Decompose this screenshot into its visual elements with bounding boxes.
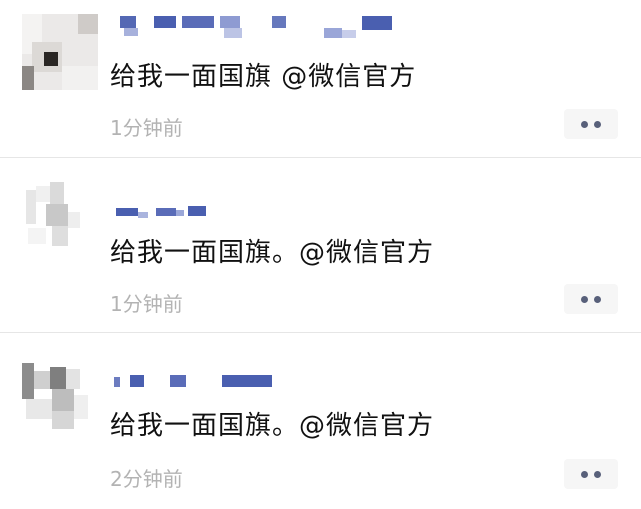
comment-item: 给我一面国旗 @微信官方 1分钟前 xyxy=(0,0,641,158)
nickname-mosaic[interactable] xyxy=(110,12,400,38)
comment-text: 给我一面国旗。@微信官方 xyxy=(110,411,435,441)
comment-feed: 给我一面国旗 @微信官方 1分钟前 给我一面国旗。@微信官方 1分钟前 给我一面… xyxy=(0,0,641,509)
nickname-mosaic[interactable] xyxy=(110,369,400,395)
comment-item: 给我一面国旗。@微信官方 1分钟前 xyxy=(0,158,641,333)
avatar[interactable] xyxy=(22,14,98,90)
nickname-mosaic[interactable] xyxy=(110,198,400,224)
more-button[interactable] xyxy=(564,459,618,489)
comment-timestamp: 2分钟前 xyxy=(110,467,183,491)
comment-timestamp: 1分钟前 xyxy=(110,116,183,140)
avatar[interactable] xyxy=(22,182,98,258)
avatar[interactable] xyxy=(22,359,98,435)
more-button[interactable] xyxy=(564,109,618,139)
comment-text: 给我一面国旗。@微信官方 xyxy=(110,238,435,268)
comment-item: 给我一面国旗。@微信官方 2分钟前 xyxy=(0,333,641,509)
comment-text: 给我一面国旗 @微信官方 xyxy=(110,62,417,92)
comment-timestamp: 1分钟前 xyxy=(110,292,183,316)
more-dots-icon xyxy=(581,295,588,303)
more-dots-icon xyxy=(581,120,588,128)
more-dots-icon xyxy=(581,470,588,478)
more-button[interactable] xyxy=(564,284,618,314)
